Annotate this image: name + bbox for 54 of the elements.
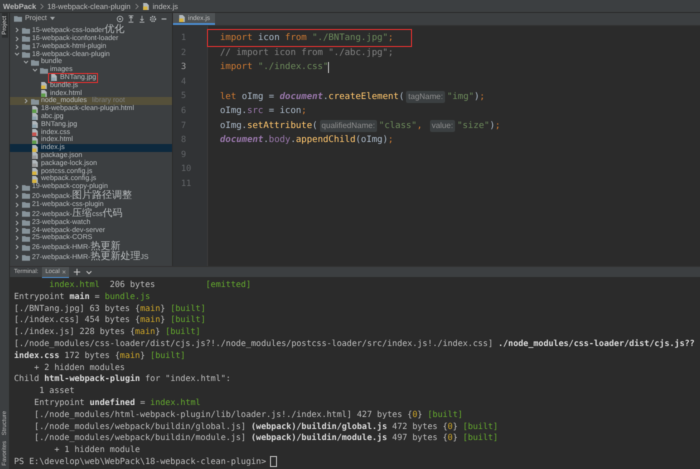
- terminal-line: [./node_modules/webpack/buildin/module.js] (webpack)/buildin/module.js 497 bytes {0} [built]: [33, 432, 500, 444]
- chevron-right-icon[interactable]: [14, 202, 20, 208]
- chevron-right-icon[interactable]: [14, 227, 20, 234]
- terminal-line: Entrypoint undefined = index.html: [33, 396, 202, 409]
- close-icon[interactable]: [62, 270, 66, 274]
- plus-icon[interactable]: [72, 268, 81, 276]
- chevron-right-icon[interactable]: [14, 44, 20, 50]
- terminal-line: [./index.js] 228 bytes {main} [built]: [14, 326, 202, 338]
- chevron-right-icon[interactable]: [14, 27, 20, 33]
- code-line: // import icon from "./abc.jpg";: [220, 46, 394, 59]
- file-icon: [178, 14, 186, 22]
- settings-icon[interactable]: [149, 14, 157, 22]
- terminal-line: index.html 206 bytes [emitted]: [48, 279, 252, 291]
- terminal-line: index.css 172 bytes {main} [built]: [14, 350, 186, 362]
- code-line: oImg.src = icon;: [220, 105, 307, 118]
- caret-icon[interactable]: [50, 16, 55, 21]
- chevron-right-icon[interactable]: [14, 184, 20, 190]
- chevron-down-icon[interactable]: [23, 59, 29, 66]
- target-icon[interactable]: [116, 14, 124, 22]
- chevron-right-icon[interactable]: [14, 254, 20, 260]
- code-line: document.body.appendChild(oImg);: [220, 134, 394, 146]
- terminal-line: + 2 hidden modules: [33, 362, 126, 374]
- terminal-prompt: PS E:\develop\web\WebPack\18-webpack-clean-plugin>: [14, 456, 700, 468]
- terminal-line: Child html-webpack-plugin for "index.html":: [14, 373, 232, 386]
- chevron-right-icon[interactable]: [23, 98, 29, 104]
- terminal-line: + 1 hidden module: [53, 444, 142, 456]
- file-icon: [142, 2, 150, 10]
- code-line: oImg.setAttribute( qualifiedName: "class", value: "size");: [220, 120, 500, 132]
- code-line: let oImg = document.createElement( tagName: "img");: [220, 90, 485, 103]
- chevron-down-icon[interactable]: [84, 268, 93, 276]
- chevron-right-icon: [39, 2, 44, 10]
- collapse-all-icon[interactable]: [127, 14, 135, 22]
- terminal-line: [./node_modules/html-webpack-plugin/lib/loader.js!./index.html] 427 bytes {0} [built]: [33, 408, 464, 421]
- chevron-right-icon[interactable]: [14, 36, 20, 42]
- folder-icon: [31, 98, 39, 105]
- terminal-line: 1 asset: [38, 385, 76, 397]
- chevron-right-icon[interactable]: [14, 192, 20, 199]
- chevron-right-icon[interactable]: [14, 235, 20, 242]
- terminal-line: [./index.css] 454 bytes {main} [built]: [14, 314, 207, 326]
- chevron-right-icon[interactable]: [14, 244, 20, 250]
- chevron-down-icon[interactable]: [14, 51, 20, 58]
- terminal-line: [./node_modules/webpack/buildin/global.js] (webpack)/buildin/global.js 472 bytes {0} [built]: [33, 420, 500, 432]
- chevron-right-icon: [134, 2, 139, 10]
- code-line: import icon from "./BNTang.jpg";: [210, 32, 410, 44]
- code-line: import "./index.css": [220, 61, 330, 74]
- line-number: 3: [180, 61, 188, 74]
- chevron-right-icon[interactable]: [14, 220, 20, 226]
- terminal-line: Entrypoint main = bundle.js: [14, 290, 152, 303]
- expand-all-icon[interactable]: [138, 14, 146, 22]
- file-icon: [50, 74, 58, 82]
- chevron-right-icon[interactable]: [14, 210, 20, 217]
- terminal-line: [./node_modules/css-loader/dist/cjs.js?!./node_modules/postcss-loader/src/index.js!./index.css] ./node_modules/css-loader/dist/cjs.js??: [14, 338, 696, 350]
- chevron-down-icon[interactable]: [32, 67, 38, 74]
- terminal-line: [./BNTang.jpg] 63 bytes {main} [built]: [14, 302, 207, 314]
